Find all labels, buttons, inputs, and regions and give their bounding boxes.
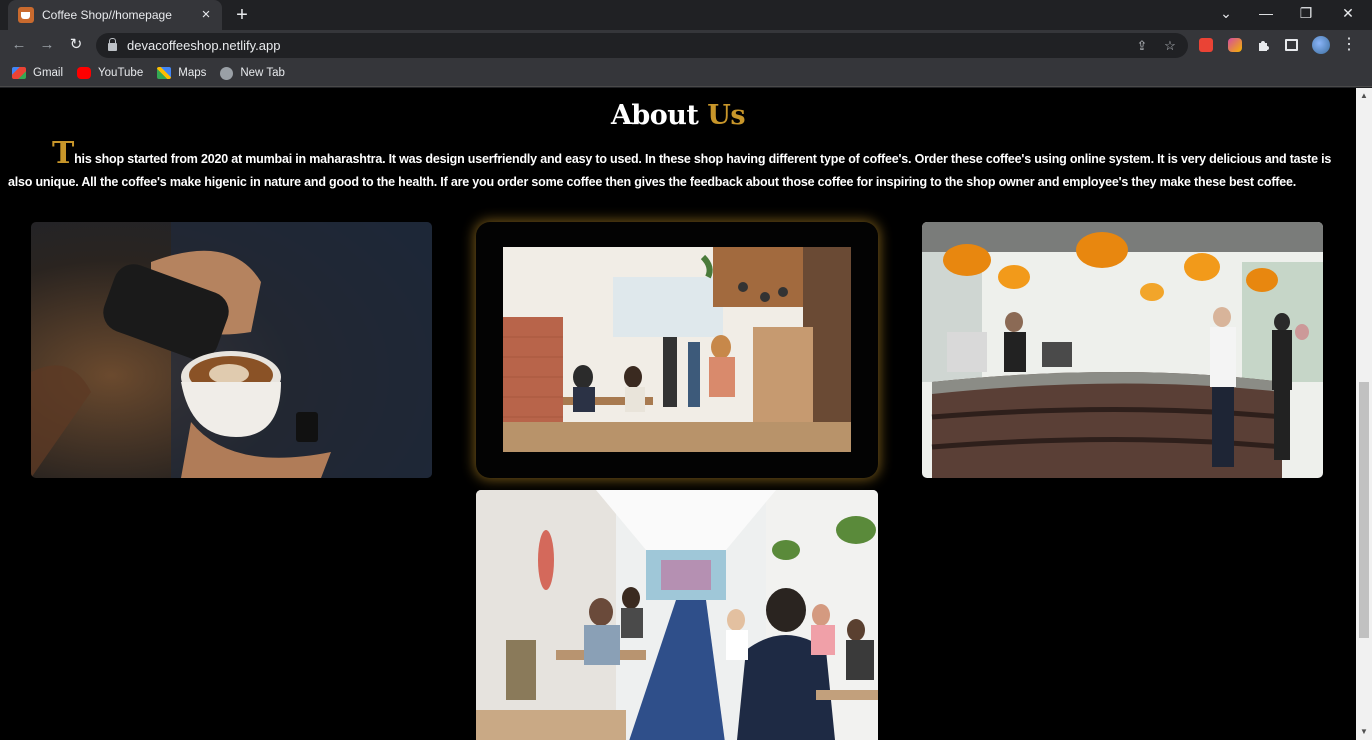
about-heading-main: About [610, 100, 699, 131]
pocket-extension-icon[interactable] [1199, 38, 1213, 52]
browser-tab[interactable]: Coffee Shop//homepage × [8, 0, 222, 30]
bookmark-star-icon[interactable]: ☆ [1160, 36, 1180, 56]
bookmarks-bar: Gmail YouTube Maps New Tab [0, 60, 1372, 87]
maps-icon [157, 67, 172, 79]
bookmark-label: Gmail [33, 67, 64, 79]
youtube-icon [77, 67, 92, 79]
bookmark-new-tab[interactable]: New Tab [220, 66, 285, 80]
gmail-icon [12, 67, 26, 79]
forward-button[interactable]: → [36, 34, 58, 56]
extensions-puzzle-icon[interactable] [1256, 38, 1270, 52]
tab-strip: Coffee Shop//homepage × + ⌄ — ❐ ✕ [0, 0, 1372, 30]
new-tab-button[interactable]: + [231, 4, 253, 26]
share-icon[interactable]: ⇪ [1132, 36, 1152, 56]
page-scrollbar[interactable]: ▲ ▼ [1356, 88, 1372, 740]
coffee-bar-counter-photo [922, 222, 1323, 478]
about-heading: About Us [0, 100, 1356, 131]
scroll-down-arrow-icon[interactable]: ▼ [1356, 724, 1372, 740]
side-panel-icon[interactable] [1285, 39, 1298, 51]
minimize-button[interactable]: — [1246, 0, 1286, 26]
bookmark-youtube[interactable]: YouTube [77, 67, 143, 79]
about-paragraph: This shop started from 2020 at mumbai in… [8, 139, 1350, 194]
bookmark-label: YouTube [98, 67, 144, 79]
extension-icon[interactable] [1228, 38, 1242, 52]
bookmark-label: Maps [178, 67, 207, 79]
featured-photo-frame [476, 222, 878, 478]
bookmark-maps[interactable]: Maps [157, 67, 206, 79]
about-paragraph-text: his shop started from 2020 at mumbai in … [8, 152, 1332, 189]
bookmark-label: New Tab [240, 67, 285, 79]
scroll-up-arrow-icon[interactable]: ▲ [1356, 88, 1372, 104]
profile-avatar[interactable] [1312, 36, 1330, 54]
about-heading-accent: Us [707, 100, 746, 131]
coffee-favicon-icon [18, 7, 34, 23]
address-bar[interactable]: devacoffeeshop.netlify.app ⇪ ☆ [96, 33, 1188, 58]
browser-chrome: Coffee Shop//homepage × + ⌄ — ❐ ✕ ← → ↻ … [0, 0, 1372, 88]
tab-close-icon[interactable]: × [198, 7, 214, 23]
busy-cafe-patio-photo [476, 490, 878, 740]
tab-title: Coffee Shop//homepage [42, 8, 172, 22]
reload-button[interactable]: ↻ [65, 34, 87, 56]
bookmark-gmail[interactable]: Gmail [12, 67, 63, 79]
close-window-button[interactable]: ✕ [1328, 0, 1368, 26]
page-content: About Us This shop started from 2020 at … [0, 88, 1356, 740]
lock-icon[interactable] [108, 38, 117, 51]
restore-button[interactable]: ❐ [1286, 0, 1326, 26]
browser-menu-icon[interactable]: ⋮ [1338, 34, 1360, 56]
globe-icon [220, 66, 234, 80]
url-text[interactable]: devacoffeeshop.netlify.app [127, 38, 280, 53]
back-button[interactable]: ← [8, 34, 30, 56]
scrollbar-thumb[interactable] [1359, 382, 1369, 638]
tab-search-button[interactable]: ⌄ [1206, 0, 1246, 26]
latte-art-photo [31, 222, 432, 478]
drop-cap: T [52, 136, 75, 171]
cafe-interior-photo [503, 247, 851, 452]
browser-toolbar: ← → ↻ devacoffeeshop.netlify.app ⇪ ☆ ⋮ [0, 30, 1372, 60]
